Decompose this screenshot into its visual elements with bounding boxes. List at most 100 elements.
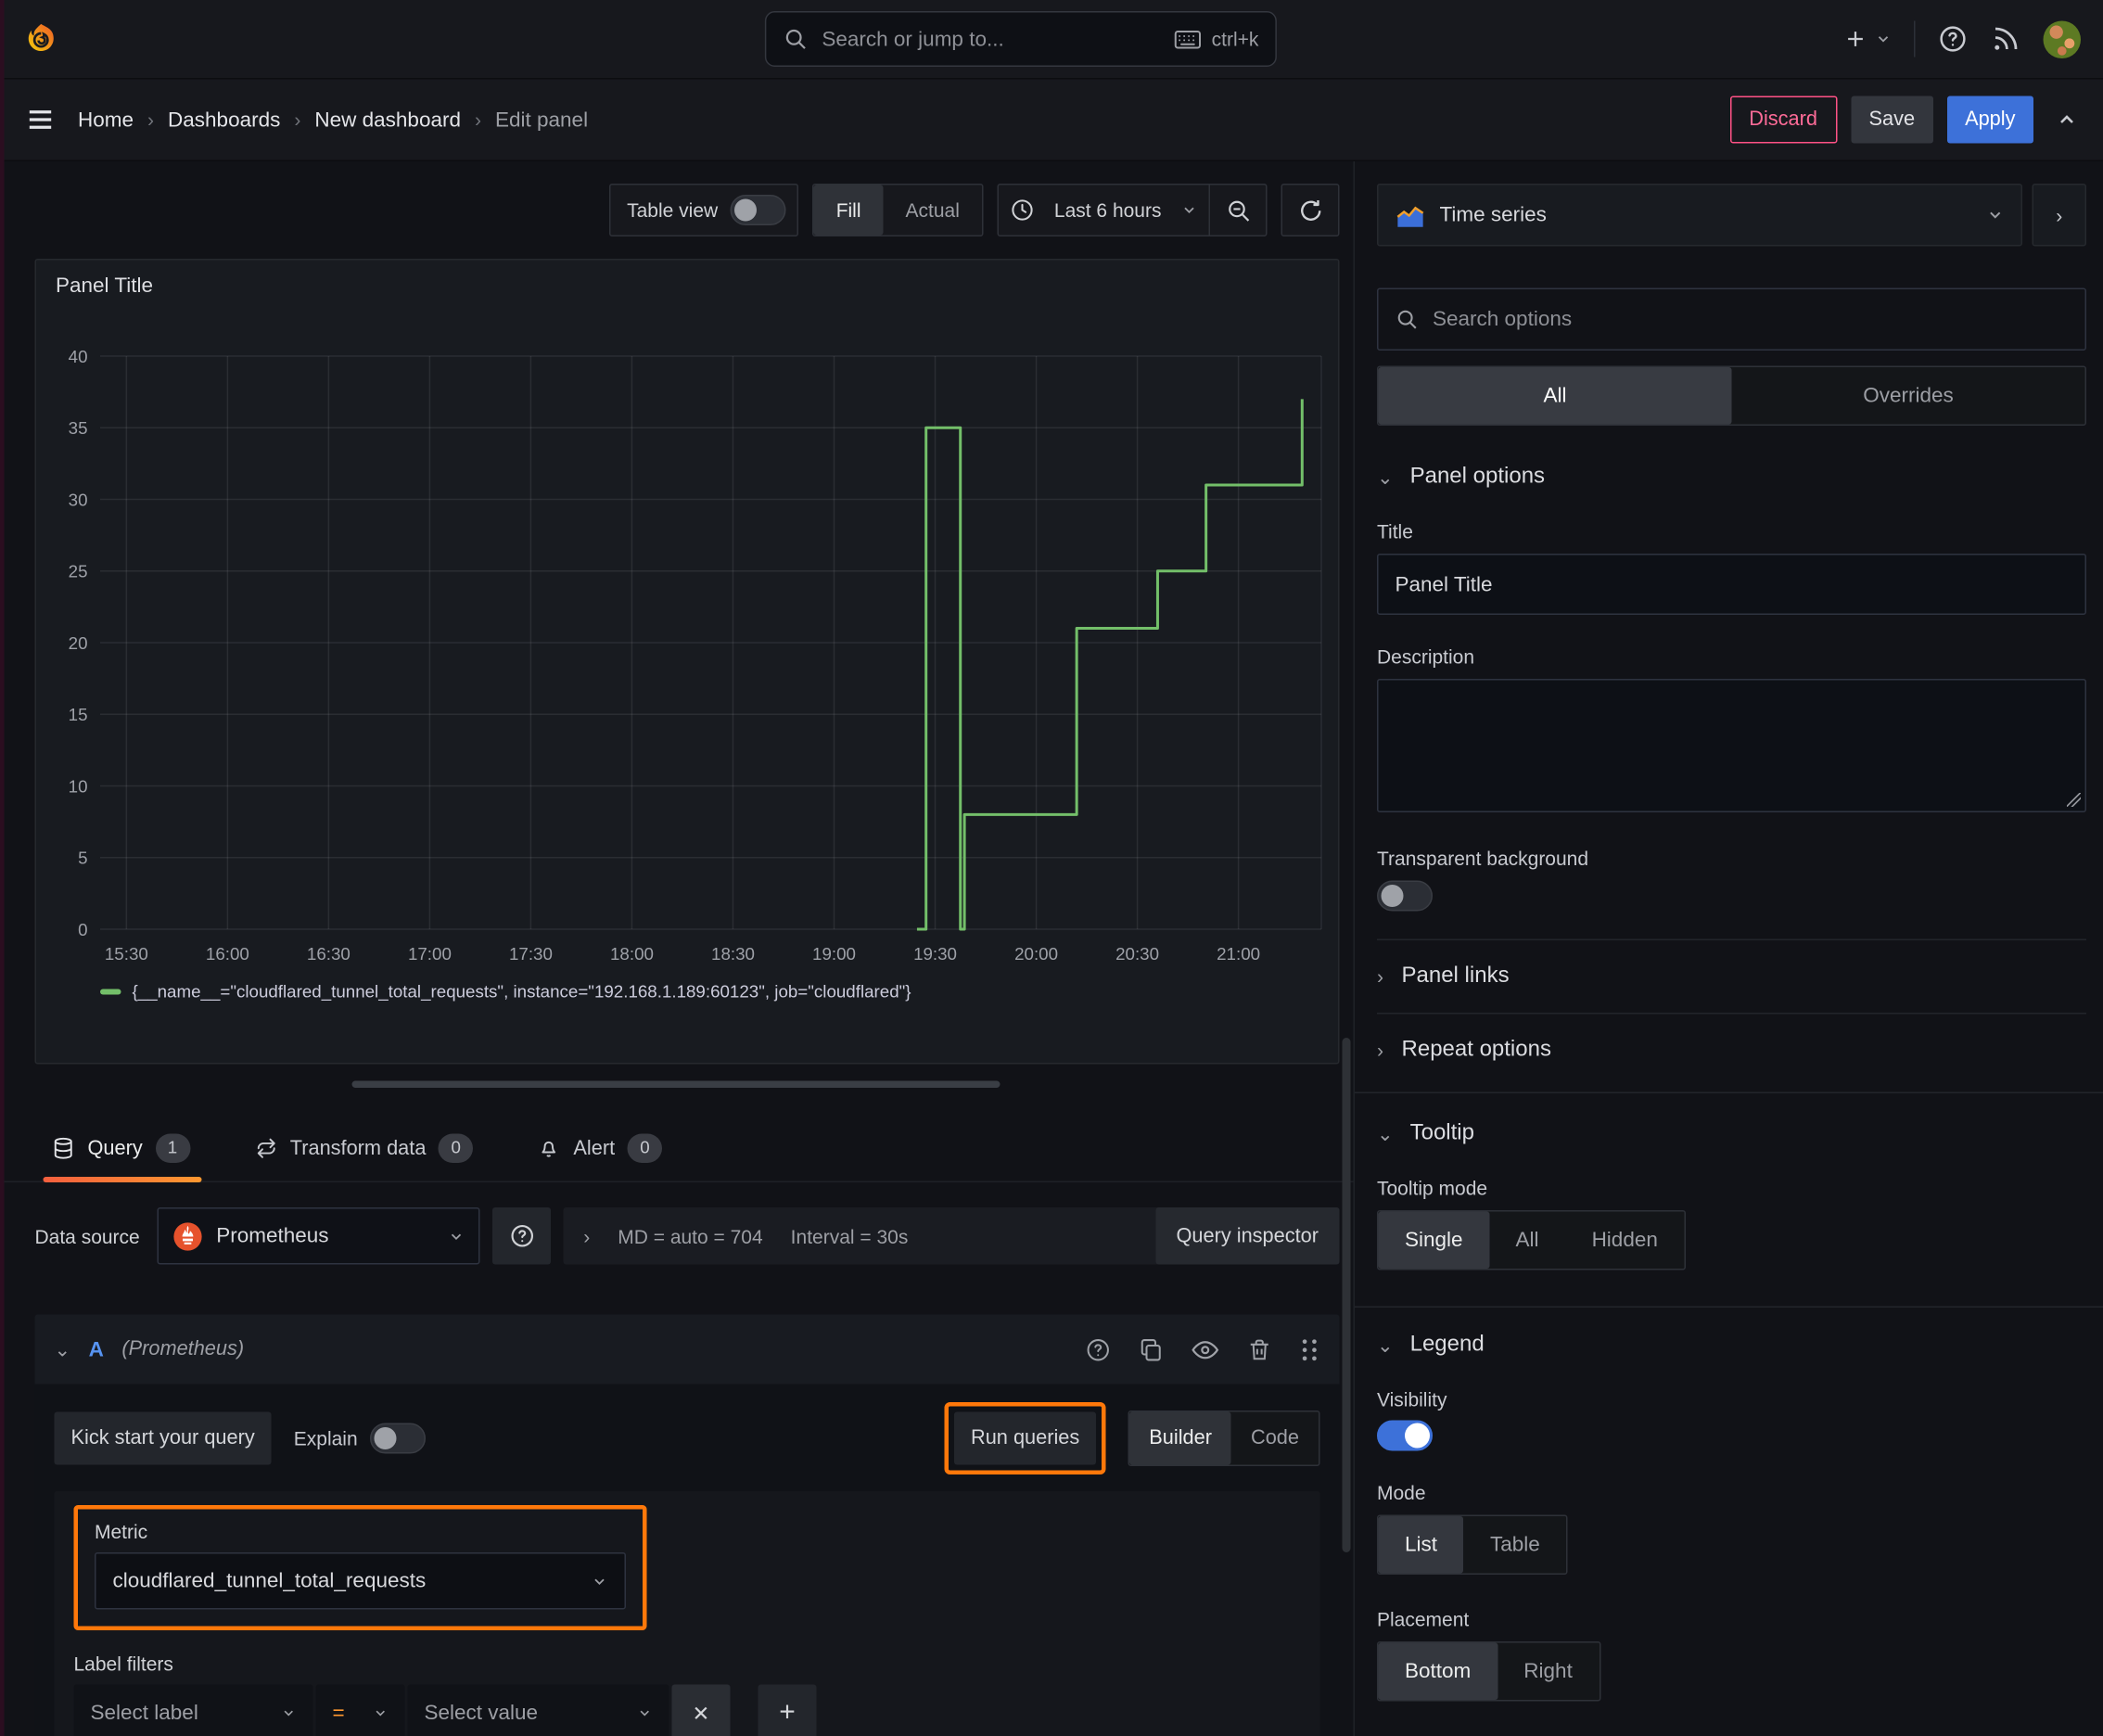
- options-scope-tabs: All Overrides: [1377, 365, 2086, 426]
- legend-placement-bottom[interactable]: Bottom: [1378, 1642, 1498, 1700]
- tab-query-label: Query: [87, 1137, 143, 1160]
- apply-button[interactable]: Apply: [1946, 96, 2033, 144]
- hide-query-eye-icon[interactable]: [1191, 1334, 1220, 1364]
- select-value-dropdown[interactable]: Select value: [407, 1684, 669, 1736]
- panel-description-textarea[interactable]: [1377, 679, 2086, 812]
- help-icon[interactable]: [1938, 24, 1969, 55]
- breadcrumb-bar: Home › Dashboards › New dashboard › Edit…: [0, 79, 2103, 161]
- collapse-query-chevron-icon[interactable]: ⌄: [55, 1337, 71, 1361]
- kick-start-query-button[interactable]: Kick start your query: [54, 1411, 272, 1465]
- collapse-options-pane-button[interactable]: ›: [2032, 184, 2086, 247]
- panel-options-section-header[interactable]: ⌄ Panel options: [1377, 465, 2086, 490]
- time-range-control: Last 6 hours: [997, 184, 1268, 236]
- legend-series-label[interactable]: {__name__="cloudflared_tunnel_total_requ…: [133, 982, 911, 1002]
- y-tick-label: 30: [69, 490, 88, 509]
- tab-all-options[interactable]: All: [1378, 367, 1732, 425]
- panel-links-section[interactable]: › Panel links: [1377, 940, 2086, 1013]
- refresh-icon: [1282, 185, 1338, 236]
- news-rss-icon[interactable]: [1991, 24, 2021, 55]
- x-tick-label: 16:00: [206, 944, 249, 964]
- tooltip-mode-label: Tooltip mode: [1377, 1177, 1488, 1199]
- visualization-picker[interactable]: Time series: [1377, 184, 2022, 247]
- duplicate-query-icon[interactable]: [1138, 1336, 1165, 1363]
- code-option[interactable]: Code: [1231, 1412, 1319, 1465]
- query-help-icon[interactable]: [1085, 1336, 1112, 1363]
- transparent-background-label: Transparent background: [1377, 847, 1589, 870]
- topbar-actions: [1843, 19, 2081, 58]
- legend-mode-list[interactable]: List: [1378, 1516, 1464, 1574]
- pane-resize-handle[interactable]: [351, 1080, 1001, 1088]
- legend-mode-table[interactable]: Table: [1464, 1516, 1567, 1574]
- query-inspector-button[interactable]: Query inspector: [1154, 1207, 1340, 1265]
- remove-filter-button[interactable]: ✕: [671, 1684, 731, 1736]
- legend-section-header[interactable]: ⌄ Legend: [1377, 1333, 2086, 1358]
- chevron-right-icon: ›: [1377, 965, 1384, 988]
- query-builder-body: Metric cloudflared_tunnel_total_requests…: [54, 1491, 1320, 1736]
- grafana-logo[interactable]: [22, 20, 60, 58]
- user-avatar[interactable]: [2043, 19, 2081, 58]
- refresh-button[interactable]: [1281, 184, 1340, 236]
- select-label-dropdown[interactable]: Select label: [73, 1684, 313, 1736]
- legend-placement-right[interactable]: Right: [1498, 1643, 1600, 1701]
- add-filter-button[interactable]: +: [758, 1684, 817, 1736]
- time-series-chart[interactable]: 0 5 10 15 20 25 30 35 40 15:30 16:00 16:30 17:00 17:3…: [36, 298, 1330, 976]
- query-row-header[interactable]: ⌄ A (Prometheus): [34, 1314, 1340, 1385]
- panel-view-toolbar: Table view Fill Actual Last 6 hours: [0, 161, 1354, 259]
- breadcrumb-new-dashboard[interactable]: New dashboard: [314, 108, 461, 132]
- metric-select[interactable]: cloudflared_tunnel_total_requests: [95, 1552, 626, 1610]
- time-series-viz-icon: [1396, 201, 1426, 229]
- tooltip-mode-single[interactable]: Single: [1378, 1211, 1490, 1269]
- collapse-header-chevron-up-icon[interactable]: [2056, 108, 2078, 131]
- tooltip-mode-all[interactable]: All: [1489, 1212, 1565, 1270]
- panel-title-input[interactable]: [1377, 554, 2086, 615]
- alert-count-badge: 0: [627, 1133, 663, 1163]
- run-queries-button[interactable]: Run queries: [954, 1411, 1097, 1465]
- datasource-picker[interactable]: Prometheus: [158, 1207, 481, 1265]
- new-menu-button[interactable]: [1843, 27, 1893, 52]
- delete-query-trash-icon[interactable]: [1246, 1336, 1273, 1363]
- panel-preview-title[interactable]: Panel Title: [36, 261, 1338, 299]
- tooltip-mode-hidden[interactable]: Hidden: [1565, 1212, 1684, 1270]
- textarea-resize-handle[interactable]: [2067, 793, 2081, 807]
- left-column-scrollbar[interactable]: [1342, 1038, 1351, 1552]
- x-tick-label: 19:00: [812, 944, 856, 964]
- breadcrumb-separator: ›: [147, 108, 155, 131]
- repeat-options-section[interactable]: › Repeat options: [1377, 1015, 2086, 1087]
- operator-dropdown[interactable]: =: [315, 1684, 405, 1736]
- fill-option[interactable]: Fill: [813, 185, 884, 236]
- chevron-right-icon: ›: [1377, 1039, 1384, 1062]
- breadcrumb-dashboards[interactable]: Dashboards: [168, 108, 280, 132]
- discard-button[interactable]: Discard: [1729, 96, 1837, 144]
- x-tick-label: 20:30: [1115, 944, 1159, 964]
- tab-alert[interactable]: Alert 0: [537, 1116, 663, 1181]
- datasource-help-button[interactable]: [492, 1207, 552, 1265]
- builder-option[interactable]: Builder: [1129, 1411, 1231, 1465]
- actual-option[interactable]: Actual: [884, 185, 982, 236]
- legend-visibility-toggle[interactable]: [1377, 1420, 1433, 1451]
- global-search-box[interactable]: Search or jump to... ctrl+k: [764, 11, 1277, 67]
- drag-handle-grip-icon[interactable]: [1299, 1336, 1320, 1363]
- tab-transform-data[interactable]: Transform data 0: [254, 1116, 474, 1181]
- breadcrumb-home[interactable]: Home: [78, 108, 134, 132]
- save-button[interactable]: Save: [1850, 96, 1933, 144]
- time-range-chevron-down-icon[interactable]: [1170, 185, 1209, 236]
- tab-overrides[interactable]: Overrides: [1732, 367, 2085, 425]
- chevron-down-icon: [592, 1573, 608, 1589]
- legend-mode-segmented: List Table: [1377, 1514, 1568, 1575]
- transparent-background-toggle[interactable]: [1377, 880, 1433, 912]
- table-view-toggle[interactable]: [730, 195, 786, 225]
- time-range-label[interactable]: Last 6 hours: [1054, 199, 1162, 222]
- menu-hamburger-icon[interactable]: [25, 105, 56, 135]
- panel-preview: Panel Title 0 5 10 15 20 25 30 35 40 15:30 16:00 16…: [34, 259, 1340, 1065]
- zoom-out-button[interactable]: [1210, 185, 1266, 236]
- top-navigation-bar: Search or jump to... ctrl+k: [0, 0, 2103, 80]
- series-line: [916, 399, 1304, 931]
- tooltip-section-header[interactable]: ⌄ Tooltip: [1377, 1121, 2086, 1146]
- explain-toggle[interactable]: [370, 1423, 427, 1454]
- section-divider: [1355, 1306, 2103, 1308]
- tab-query[interactable]: Query 1: [43, 1116, 201, 1182]
- tooltip-mode-segmented: Single All Hidden: [1377, 1210, 1686, 1270]
- expand-options-chevron-icon[interactable]: ›: [583, 1225, 590, 1247]
- options-search-box[interactable]: Search options: [1377, 287, 2086, 351]
- x-tick-label: 17:00: [408, 944, 452, 964]
